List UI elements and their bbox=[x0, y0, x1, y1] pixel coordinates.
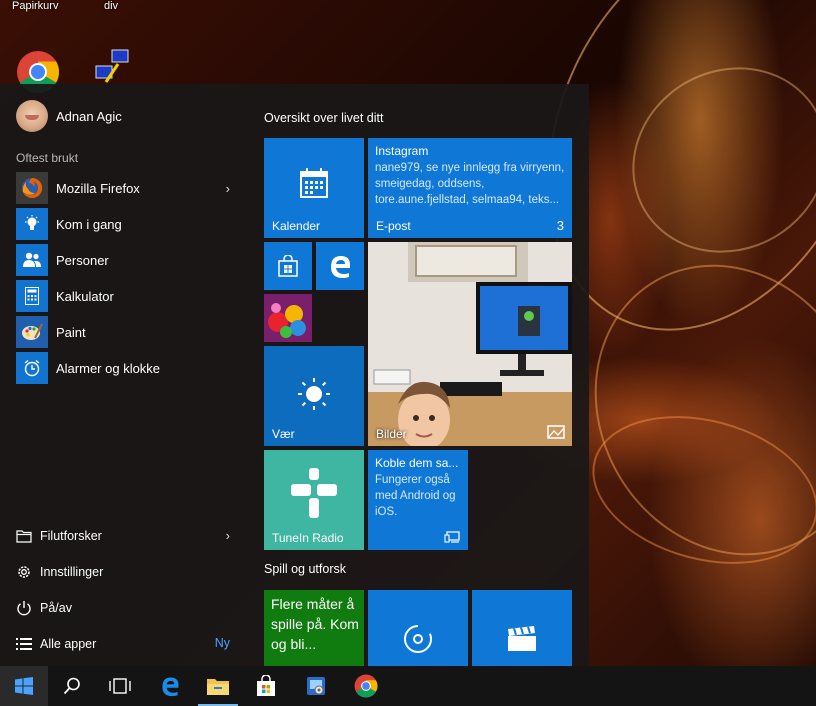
edge-icon bbox=[331, 256, 350, 278]
all-apps-label: Alle apper bbox=[40, 637, 97, 651]
folder-icon bbox=[16, 528, 32, 544]
tile-edge[interactable] bbox=[316, 242, 364, 290]
chrome-icon bbox=[354, 674, 378, 698]
start-button[interactable] bbox=[0, 666, 48, 706]
tile-movies-tv[interactable] bbox=[472, 590, 572, 666]
settings-label: Innstillinger bbox=[40, 565, 104, 579]
tile-store[interactable] bbox=[264, 242, 312, 290]
app-item-label: Kalkulator bbox=[56, 288, 114, 304]
app-item-people[interactable]: Personer bbox=[16, 244, 232, 276]
store-bag-icon bbox=[278, 255, 298, 277]
taskbar bbox=[0, 666, 816, 706]
all-apps-button[interactable]: Alle apper Ny bbox=[16, 629, 232, 659]
paint-icon bbox=[16, 316, 48, 348]
user-name: Adnan Agic bbox=[56, 108, 122, 124]
photo-thumbnail bbox=[368, 242, 572, 446]
clapperboard-icon bbox=[508, 626, 536, 651]
network-computers-icon bbox=[95, 49, 129, 83]
group-title-overview: Oversikt over livet ditt bbox=[264, 111, 384, 125]
tile-phone-companion[interactable]: Koble dem sa... Fungerer også med Androi… bbox=[368, 450, 468, 550]
app-item-label: Kom i gang bbox=[56, 216, 122, 232]
store-bag-icon bbox=[257, 675, 275, 696]
list-icon bbox=[16, 636, 32, 652]
app-item-firefox[interactable]: Mozilla Firefox › bbox=[16, 172, 232, 204]
app-item-label: Mozilla Firefox bbox=[56, 180, 140, 196]
search-icon bbox=[63, 677, 80, 695]
app-item-label: Personer bbox=[56, 252, 109, 268]
task-view-button[interactable] bbox=[96, 666, 144, 706]
app-item-paint[interactable]: Paint bbox=[16, 316, 232, 348]
most-used-heading: Oftest brukt bbox=[16, 151, 79, 165]
mail-count-badge: 3 bbox=[556, 218, 564, 233]
file-explorer-label: Filutforsker bbox=[40, 529, 102, 543]
candy-game-icon bbox=[264, 294, 312, 342]
phone-pc-icon bbox=[444, 531, 460, 543]
app-item-calculator[interactable]: Kalkulator bbox=[16, 280, 232, 312]
taskbar-control-panel[interactable] bbox=[292, 666, 340, 706]
gear-icon bbox=[16, 564, 32, 580]
tile-candy-crush[interactable] bbox=[264, 294, 312, 342]
chevron-right-icon[interactable]: › bbox=[226, 528, 230, 543]
tile-calendar[interactable]: Kalender bbox=[264, 138, 364, 238]
app-item-alarms-clock[interactable]: Alarmer og klokke bbox=[16, 352, 232, 384]
calendar-icon bbox=[300, 168, 328, 198]
control-panel-icon bbox=[307, 677, 325, 695]
edge-icon bbox=[162, 677, 179, 697]
windows-logo-icon bbox=[15, 677, 33, 695]
tile-label: TuneIn Radio bbox=[272, 531, 344, 545]
alarm-clock-icon bbox=[16, 352, 48, 384]
taskbar-store[interactable] bbox=[242, 666, 290, 706]
tile-label: Vær bbox=[272, 427, 295, 441]
phone-tile-title: Koble dem sa... bbox=[375, 456, 459, 470]
power-button[interactable]: På/av bbox=[16, 593, 232, 623]
tile-tunein[interactable]: TuneIn Radio bbox=[264, 450, 364, 550]
taskbar-edge[interactable] bbox=[146, 666, 194, 706]
settings-link[interactable]: Innstillinger bbox=[16, 557, 232, 587]
sun-icon bbox=[298, 378, 330, 410]
new-apps-badge: Ny bbox=[214, 636, 230, 650]
avatar bbox=[16, 100, 48, 132]
tile-photos[interactable]: Bilder bbox=[368, 242, 572, 446]
tile-label: E-post bbox=[376, 219, 411, 233]
tile-mail[interactable]: Instagram nane979, se nye innlegg fra vi… bbox=[368, 138, 572, 238]
music-disc-icon bbox=[404, 624, 432, 653]
group-title-play: Spill og utforsk bbox=[264, 562, 346, 576]
app-item-label: Paint bbox=[56, 324, 86, 340]
firefox-icon bbox=[16, 172, 48, 204]
tile-weather[interactable]: Vær bbox=[264, 346, 364, 446]
taskbar-chrome[interactable] bbox=[342, 666, 390, 706]
power-label: På/av bbox=[40, 601, 72, 615]
tile-label: Bilder bbox=[376, 427, 407, 441]
people-icon bbox=[16, 244, 48, 276]
taskbar-file-explorer[interactable] bbox=[194, 666, 242, 706]
user-account-button[interactable]: Adnan Agic bbox=[16, 100, 122, 132]
desktop-icon-label-div[interactable]: div bbox=[104, 0, 118, 12]
chevron-right-icon[interactable]: › bbox=[226, 181, 230, 196]
calculator-icon bbox=[16, 280, 48, 312]
phone-tile-text: Fungerer også med Android og iOS. bbox=[375, 474, 456, 518]
mail-preview: nane979, se nye innlegg fra virryenn, sm… bbox=[375, 162, 565, 206]
app-item-get-started[interactable]: Kom i gang bbox=[16, 208, 232, 240]
tunein-logo-icon bbox=[291, 468, 337, 518]
start-left-column: Adnan Agic Oftest brukt Mozilla Firefox … bbox=[0, 84, 248, 666]
start-menu: Adnan Agic Oftest brukt Mozilla Firefox … bbox=[0, 84, 589, 666]
app-item-label: Alarmer og klokke bbox=[56, 360, 161, 376]
desktop-icon-label-recycle-bin[interactable]: Papirkurv bbox=[12, 0, 58, 12]
power-icon bbox=[16, 600, 32, 616]
mail-sender: Instagram bbox=[375, 144, 429, 158]
search-button[interactable] bbox=[48, 666, 96, 706]
file-explorer-link[interactable]: Filutforsker › bbox=[16, 521, 232, 551]
tile-groove-music[interactable] bbox=[368, 590, 468, 666]
xbox-tile-text: Flere måter å spille på. Kom og bli... bbox=[271, 596, 359, 652]
lightbulb-icon bbox=[16, 208, 48, 240]
tile-xbox[interactable]: Flere måter å spille på. Kom og bli... bbox=[264, 590, 364, 666]
tile-label: Kalender bbox=[272, 219, 321, 233]
folder-icon bbox=[207, 679, 229, 695]
task-view-icon bbox=[109, 678, 131, 694]
